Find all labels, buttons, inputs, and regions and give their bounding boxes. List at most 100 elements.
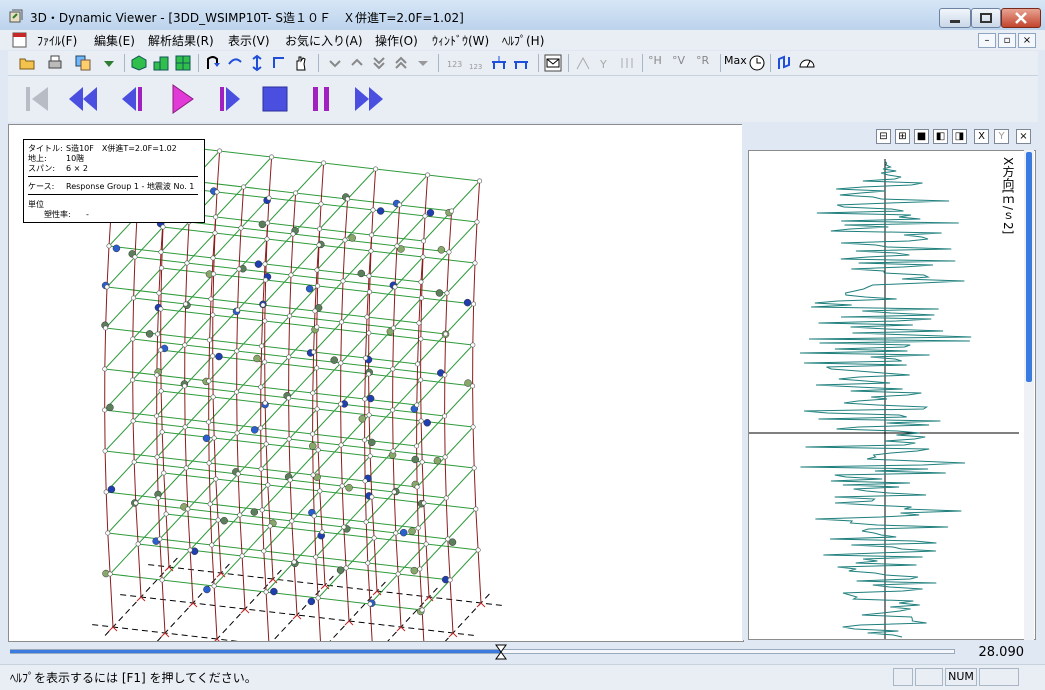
mdi-close-button[interactable]: × xyxy=(1018,33,1036,48)
node-marker xyxy=(103,489,109,495)
3d-model-view[interactable]: タイトル: S造10F X併進T=2.0F=1.02 地上: 10階 スパン: … xyxy=(8,124,744,673)
open-folder-icon[interactable] xyxy=(18,54,36,72)
clock-icon[interactable] xyxy=(748,54,766,72)
node-marker xyxy=(185,506,191,512)
support-icon xyxy=(160,632,170,638)
number-labels-icon[interactable]: 123 xyxy=(446,54,464,72)
node-marker xyxy=(183,465,189,471)
node-marker xyxy=(442,372,448,378)
menu-file[interactable]: ﾌｧｲﾙ(F) xyxy=(37,32,77,49)
h-angle-button[interactable]: °H xyxy=(648,54,670,72)
support-disabled-icon[interactable] xyxy=(618,54,636,72)
y-axis-disabled-icon[interactable]: Y xyxy=(596,54,614,72)
fast-rewind-icon[interactable] xyxy=(66,82,100,116)
number-labels-alt-icon[interactable]: 123 xyxy=(468,54,486,72)
max-button[interactable]: Max xyxy=(724,54,748,72)
beam-up-icon[interactable] xyxy=(490,54,508,72)
split-right-button[interactable]: ◨ xyxy=(952,129,967,144)
double-chevron-down-icon[interactable] xyxy=(370,54,388,72)
close-button[interactable] xyxy=(1001,8,1041,28)
expand-button[interactable]: ⊞ xyxy=(895,129,910,144)
node-marker xyxy=(234,430,240,436)
print-icon[interactable] xyxy=(46,54,64,72)
node-marker xyxy=(417,566,423,572)
go-to-start-icon[interactable] xyxy=(20,82,54,116)
node-marker xyxy=(212,230,218,236)
svg-text:Y: Y xyxy=(599,58,607,71)
mdi-minimize-button[interactable]: – xyxy=(978,33,996,48)
node-marker xyxy=(183,301,189,307)
node-marker xyxy=(264,236,270,242)
menu-help[interactable]: ﾍﾙﾌﾟ(H) xyxy=(502,32,544,49)
chevron-up-icon[interactable] xyxy=(348,54,366,72)
scroll-thumb[interactable] xyxy=(1026,152,1032,382)
v-angle-button[interactable]: °V xyxy=(672,54,694,72)
node-marker xyxy=(394,243,400,249)
beam-down-icon[interactable] xyxy=(512,54,530,72)
node-marker xyxy=(210,394,216,400)
step-back-icon[interactable] xyxy=(114,82,148,116)
node-marker xyxy=(418,279,424,285)
menu-operation[interactable]: 操作(O) xyxy=(375,32,418,49)
node-marker xyxy=(419,459,425,465)
r-angle-button[interactable]: °R xyxy=(696,54,718,72)
node-marker xyxy=(158,347,164,353)
play-icon[interactable] xyxy=(164,82,198,116)
menu-window[interactable]: ｳｨﾝﾄﾞｳ(W) xyxy=(432,32,489,49)
node-marker xyxy=(315,447,321,453)
node-marker xyxy=(130,418,136,424)
node-marker xyxy=(241,184,247,190)
stop-icon[interactable] xyxy=(258,82,292,116)
frame-model-icon[interactable] xyxy=(152,54,170,72)
time-slider-handle[interactable] xyxy=(495,644,508,660)
pause-icon[interactable] xyxy=(304,82,338,116)
solid-model-icon[interactable] xyxy=(130,54,148,72)
collapse-button[interactable]: ⊟ xyxy=(876,129,891,144)
dropdown-gray-icon[interactable] xyxy=(414,54,432,72)
grid-icon[interactable] xyxy=(174,54,192,72)
node-marker xyxy=(289,518,295,524)
select-tool-icon[interactable] xyxy=(204,54,222,72)
mail-icon[interactable] xyxy=(544,54,562,72)
node-disabled-icon[interactable] xyxy=(574,54,592,72)
graph-icon[interactable] xyxy=(776,54,794,72)
node-marker xyxy=(269,154,275,160)
node-marker xyxy=(314,365,320,371)
menu-favorites[interactable]: お気に入り(A) xyxy=(285,32,363,49)
move-xy-icon[interactable] xyxy=(270,54,288,72)
x-direction-button[interactable]: X xyxy=(974,129,989,144)
waveform-scrollbar[interactable] xyxy=(1024,150,1034,640)
acceleration-waveform-view[interactable]: X方向[ｍ/ｓ2] xyxy=(748,150,1036,640)
chevron-down-icon[interactable] xyxy=(326,54,344,72)
menu-edit[interactable]: 編集(E) xyxy=(94,32,135,49)
menu-analysis-results[interactable]: 解析結果(R) xyxy=(148,32,214,49)
menu-view[interactable]: 表示(V) xyxy=(228,32,270,49)
plastic-hinge-marker xyxy=(345,483,353,492)
mdi-restore-button[interactable]: ▫ xyxy=(998,33,1016,48)
info-plastic-label: 塑性率: xyxy=(44,210,71,219)
node-marker xyxy=(214,189,220,195)
node-marker xyxy=(238,225,244,231)
step-forward-icon[interactable] xyxy=(214,82,248,116)
node-marker xyxy=(390,448,396,454)
panel-close-button[interactable]: × xyxy=(1016,129,1031,144)
hand-pan-icon[interactable] xyxy=(292,54,310,72)
dropdown-arrow-icon[interactable] xyxy=(100,54,118,72)
restore-button[interactable] xyxy=(971,8,1001,28)
node-marker xyxy=(316,242,322,248)
gauge-icon[interactable] xyxy=(798,54,816,72)
move-vertical-icon[interactable] xyxy=(248,54,266,72)
double-chevron-up-icon[interactable] xyxy=(392,54,410,72)
plastic-hinge-marker xyxy=(368,438,376,447)
split-left-button[interactable]: ◧ xyxy=(933,129,948,144)
fill-view-button[interactable]: ■ xyxy=(914,129,929,144)
node-marker xyxy=(102,448,108,454)
node-marker xyxy=(477,178,483,184)
rotate-icon[interactable] xyxy=(226,54,244,72)
node-marker xyxy=(338,360,344,366)
node-marker xyxy=(470,424,476,430)
y-direction-button[interactable]: Y xyxy=(994,129,1009,144)
fast-forward-icon[interactable] xyxy=(352,82,386,116)
minimize-button[interactable] xyxy=(939,8,971,28)
copy-icon[interactable] xyxy=(74,54,92,72)
